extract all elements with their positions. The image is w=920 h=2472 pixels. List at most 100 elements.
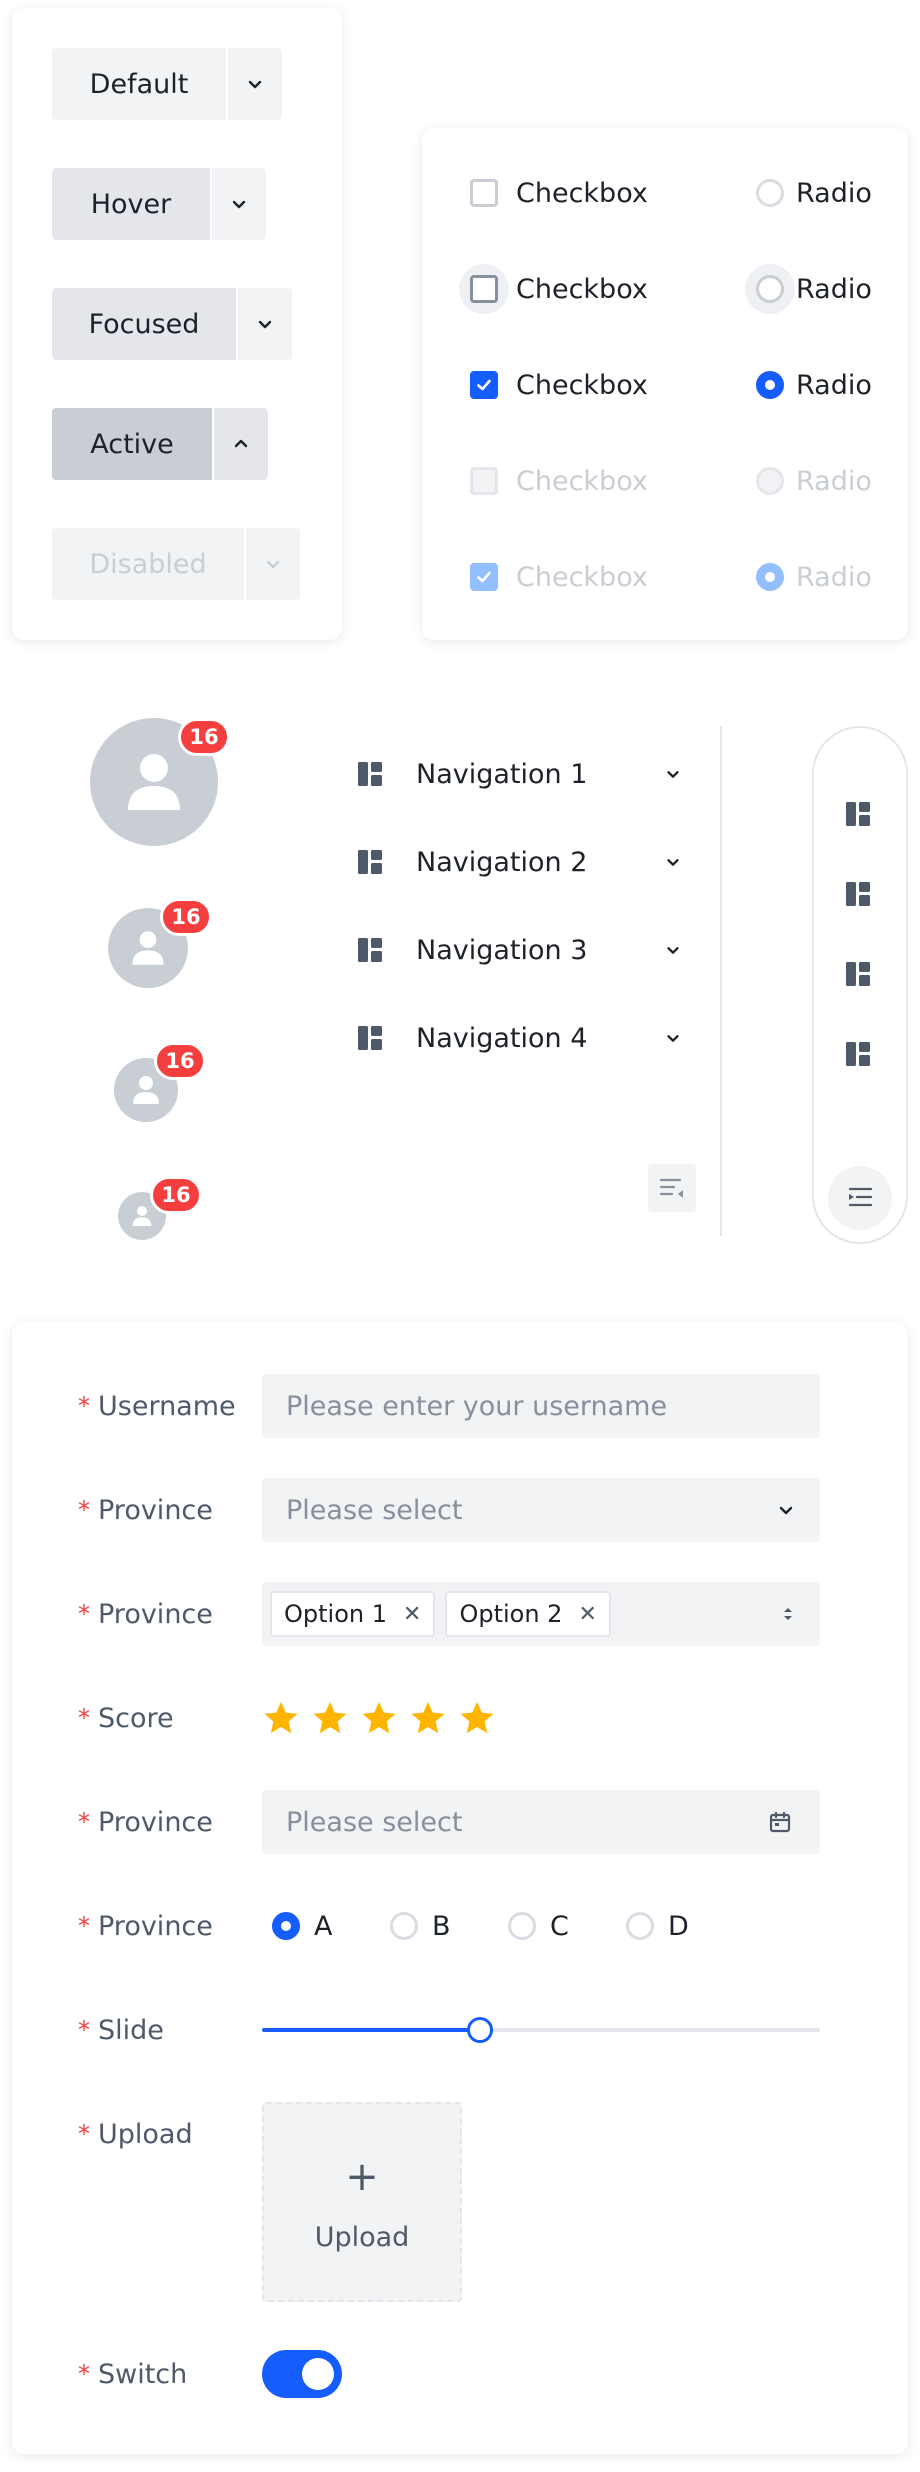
radio-circle[interactable]	[626, 1912, 654, 1940]
plus-icon: +	[345, 2154, 379, 2200]
username-label: * Username	[78, 1374, 236, 1438]
required-mark: *	[78, 1496, 90, 1524]
chevron-up-icon	[234, 439, 248, 448]
choice-row-hover: Checkbox Radio	[459, 264, 872, 314]
star-icon[interactable]	[311, 1699, 349, 1737]
chevron-down-icon	[667, 1035, 679, 1042]
province-select[interactable]: Please select	[262, 1478, 820, 1542]
user-icon	[128, 754, 180, 810]
radio-option-label: D	[668, 1910, 689, 1942]
star-icon[interactable]	[360, 1699, 398, 1737]
province-multiselect[interactable]: Option 1 ✕ Option 2 ✕	[262, 1582, 820, 1646]
layout-grid-icon	[358, 850, 382, 874]
nav-item-label: Navigation 4	[416, 1022, 588, 1054]
upload-label-text: Upload	[98, 2118, 193, 2150]
nav-item-1[interactable]: Navigation 1	[350, 744, 690, 804]
focused-dropdown-trigger[interactable]	[236, 288, 292, 360]
disabled-button: Disabled	[52, 528, 244, 600]
radio-option-label: B	[432, 1910, 451, 1942]
nav-item-caret	[664, 765, 682, 783]
default-dropdown-trigger[interactable]	[226, 48, 282, 120]
checkbox-disabled	[470, 467, 498, 495]
radio-circle[interactable]	[508, 1912, 536, 1940]
collapsed-nav-item-2[interactable]	[844, 880, 876, 912]
radio-checked[interactable]	[756, 371, 784, 399]
checkbox-hover[interactable]	[470, 275, 498, 303]
collapsed-nav-item-4[interactable]	[844, 1040, 876, 1072]
notification-badge: 16	[160, 898, 212, 936]
province-label-text: Province	[98, 1494, 213, 1526]
radio-option-b[interactable]: B	[390, 1894, 451, 1958]
required-mark: *	[78, 2120, 90, 2148]
slider-thumb[interactable]	[466, 2017, 493, 2043]
checkbox-label: Checkbox	[516, 561, 648, 593]
layout-grid-icon	[846, 802, 870, 826]
radio-circle[interactable]	[272, 1912, 300, 1940]
upload-trigger[interactable]: + Upload	[262, 2102, 462, 2302]
nav-item-2[interactable]: Navigation 2	[350, 832, 690, 892]
radio-option-a[interactable]: A	[272, 1894, 332, 1958]
nav-divider	[720, 726, 722, 1236]
default-button[interactable]: Default	[52, 48, 226, 120]
tag-close-icon[interactable]: ✕	[403, 1602, 421, 1627]
nav-collapse-button[interactable]	[648, 1164, 696, 1212]
focused-button[interactable]: Focused	[52, 288, 236, 360]
required-mark: *	[78, 2360, 90, 2388]
province-radio-label: * Province	[78, 1894, 213, 1958]
username-input[interactable]: Please enter your username	[262, 1374, 820, 1438]
layout-grid-icon	[358, 762, 382, 786]
radio-option-d[interactable]: D	[626, 1894, 689, 1958]
hover-button[interactable]: Hover	[52, 168, 210, 240]
checkbox-default[interactable]	[470, 179, 498, 207]
default-split-button[interactable]: Default	[52, 48, 282, 120]
nav-item-3[interactable]: Navigation 3	[350, 920, 690, 980]
collapsed-nav-item-3[interactable]	[844, 960, 876, 992]
hover-split-button[interactable]: Hover	[52, 168, 266, 240]
radio-disabled	[756, 467, 784, 495]
nav-item-icon	[356, 848, 384, 876]
date-placeholder: Please select	[286, 1806, 463, 1838]
star-icon[interactable]	[262, 1699, 300, 1737]
slide-label-text: Slide	[98, 2014, 164, 2046]
checkbox-disabled-checked	[470, 563, 498, 591]
user-icon	[132, 931, 164, 965]
radio-hover[interactable]	[756, 275, 784, 303]
province-select-label: * Province	[78, 1478, 213, 1542]
date-picker[interactable]: Please select	[262, 1790, 820, 1854]
radio-circle[interactable]	[390, 1912, 418, 1940]
required-mark: *	[78, 1392, 90, 1420]
radio-label: Radio	[796, 177, 872, 209]
tag-label: Option 2	[459, 1600, 563, 1628]
checkbox-checked[interactable]	[470, 371, 498, 399]
radio-disabled-checked	[756, 563, 784, 591]
nav-item-caret	[664, 941, 682, 959]
nav-item-icon	[356, 936, 384, 964]
star-icon[interactable]	[458, 1699, 496, 1737]
star-icon[interactable]	[409, 1699, 447, 1737]
toggle-switch[interactable]	[262, 2350, 342, 2398]
hover-dropdown-trigger[interactable]	[210, 168, 266, 240]
checkbox-label: Checkbox	[516, 177, 648, 209]
radio-label: Radio	[796, 273, 872, 305]
radio-dot	[765, 572, 775, 582]
nav-expand-button[interactable]	[828, 1166, 892, 1230]
nav-item-4[interactable]: Navigation 4	[350, 1008, 690, 1068]
sort-arrows-icon	[784, 1608, 792, 1620]
active-split-button[interactable]: Active	[52, 408, 268, 480]
checkbox-label: Checkbox	[516, 465, 648, 497]
focused-split-button[interactable]: Focused	[52, 288, 292, 360]
tag-close-icon[interactable]: ✕	[578, 1602, 596, 1627]
nav-item-icon	[356, 760, 384, 788]
slider-track[interactable]	[262, 2017, 820, 2043]
active-dropdown-trigger[interactable]	[212, 408, 268, 480]
radio-default[interactable]	[756, 179, 784, 207]
radio-option-c[interactable]: C	[508, 1894, 569, 1958]
radio-label: Radio	[796, 369, 872, 401]
active-button[interactable]: Active	[52, 408, 212, 480]
switch-label: * Switch	[78, 2342, 187, 2406]
user-icon	[133, 1076, 159, 1104]
nav-item-icon	[356, 1024, 384, 1052]
selected-tag: Option 1 ✕	[270, 1591, 436, 1637]
layout-grid-icon	[846, 962, 870, 986]
collapsed-nav-item-1[interactable]	[844, 800, 876, 832]
